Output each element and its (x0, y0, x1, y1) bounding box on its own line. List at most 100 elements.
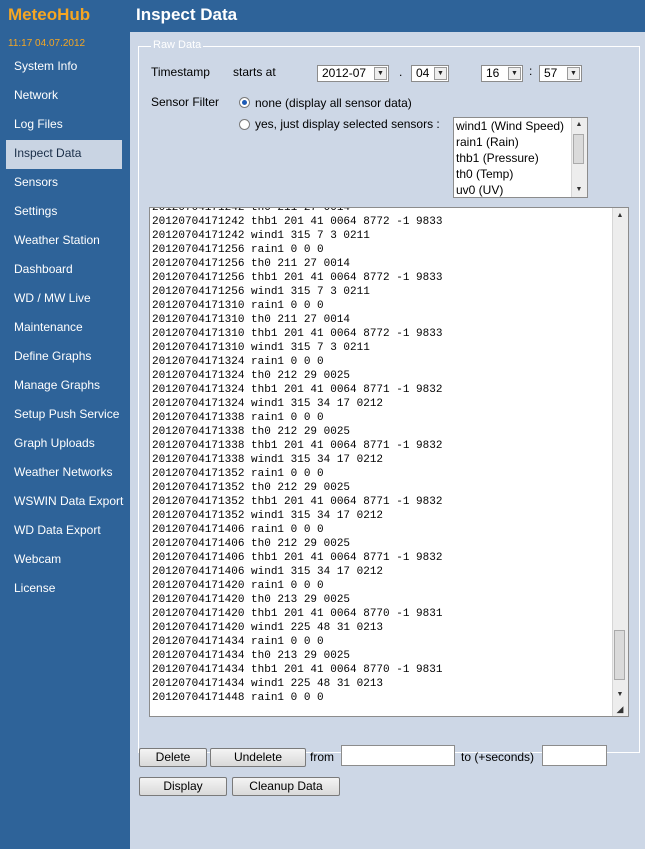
log-line: 20120704171310 thb1 201 41 0064 8772 -1 … (152, 328, 443, 340)
sidebar-item-license[interactable]: License (6, 575, 122, 604)
sidebar-item-inspect-data[interactable]: Inspect Data (6, 140, 122, 169)
to-seconds-input[interactable] (542, 745, 607, 766)
log-line: 20120704171310 wind1 315 7 3 0211 (152, 342, 370, 354)
sidebar-item-log-files[interactable]: Log Files (6, 111, 122, 140)
log-line: 20120704171242 thb1 201 41 0064 8772 -1 … (152, 216, 443, 228)
log-line: 20120704171406 rain1 0 0 0 (152, 524, 324, 536)
time-colon: : (529, 64, 533, 78)
log-line: 20120704171338 thb1 201 41 0064 8771 -1 … (152, 440, 443, 452)
date-select-value: 2012-07 (322, 66, 367, 80)
chevron-down-icon: ▼ (434, 67, 447, 80)
sensor-option[interactable]: wind1 (Wind Speed) (454, 118, 587, 134)
sidebar-item-setup-push-service[interactable]: Setup Push Service (6, 401, 122, 430)
log-line: 20120704171434 wind1 225 48 31 0213 (152, 678, 384, 690)
sensor-list-scrollbar[interactable]: ▲ ▼ (571, 118, 587, 197)
sidebar-item-system-info[interactable]: System Info (6, 53, 122, 82)
undelete-button[interactable]: Undelete (210, 748, 306, 767)
log-line: 20120704171434 rain1 0 0 0 (152, 636, 324, 648)
clock-readout: 11:17 04.07.2012 (8, 38, 86, 49)
minute-select[interactable]: 57 ▼ (539, 65, 582, 82)
log-line: 20120704171420 th0 213 29 0025 (152, 594, 351, 606)
log-line: 20120704171448 rain1 0 0 0 (152, 692, 324, 704)
log-line: 20120704171256 th0 211 27 0014 (152, 258, 351, 270)
sensor-options: wind1 (Wind Speed) rain1 (Rain) thb1 (Pres… (454, 118, 587, 197)
sidebar-item-network[interactable]: Network (6, 82, 122, 111)
scroll-thumb[interactable] (614, 630, 625, 680)
sidebar-nav: System Info Network Log Files Inspect Data S… (6, 53, 123, 604)
scroll-up-icon[interactable]: ▲ (613, 209, 627, 223)
sidebar-item-wd-data-export[interactable]: WD Data Export (6, 517, 122, 546)
date-dot: . (399, 65, 403, 79)
sidebar-item-weather-station[interactable]: Weather Station (6, 227, 122, 256)
log-line: 20120704171420 rain1 0 0 0 (152, 580, 324, 592)
display-button[interactable]: Display (139, 777, 227, 796)
sensor-filter-label: Sensor Filter (151, 95, 220, 109)
sidebar-item-dashboard[interactable]: Dashboard (6, 256, 122, 285)
chevron-down-icon: ▼ (508, 67, 521, 80)
sidebar-item-graph-uploads[interactable]: Graph Uploads (6, 430, 122, 459)
log-line: 20120704171324 rain1 0 0 0 (152, 356, 324, 368)
starts-at-label: starts at (233, 65, 276, 79)
log-line: 20120704171434 thb1 201 41 0064 8770 -1 … (152, 664, 443, 676)
log-line: 20120704171256 thb1 201 41 0064 8772 -1 … (152, 272, 443, 284)
sensor-option[interactable]: thb1 (Pressure) (454, 150, 587, 166)
sensor-option[interactable]: th0 (Temp) (454, 166, 587, 182)
minute-select-value: 57 (544, 66, 558, 80)
log-line: 20120704171242 wind1 315 7 3 0211 (152, 230, 370, 242)
sensor-option[interactable]: rain1 (Rain) (454, 134, 587, 150)
day-select[interactable]: 04 ▼ (411, 65, 449, 82)
sensor-listbox[interactable]: wind1 (Wind Speed) rain1 (Rain) thb1 (Pres… (453, 117, 588, 198)
log-line: 20120704171338 wind1 315 34 17 0212 (152, 454, 384, 466)
log-line: 20120704171406 th0 212 29 0025 (152, 538, 351, 550)
radio-yes-label: yes, just display selected sensors : (255, 117, 440, 131)
sidebar: MeteoHub 11:17 04.07.2012 System Info Net… (0, 0, 130, 849)
log-line: 20120704171338 th0 212 29 0025 (152, 426, 351, 438)
sensor-option[interactable]: uv0 (UV) (454, 182, 587, 197)
sidebar-item-sensors[interactable]: Sensors (6, 169, 122, 198)
from-input[interactable] (341, 745, 455, 766)
raw-data-scrollbar[interactable]: ▲ ▼ ◢ (612, 208, 628, 716)
sidebar-item-wswin-data-export[interactable]: WSWIN Data Export (6, 488, 123, 517)
chevron-down-icon: ▼ (374, 67, 387, 80)
log-line: 20120704171324 thb1 201 41 0064 8771 -1 … (152, 384, 443, 396)
to-label: to (+seconds) (461, 750, 535, 764)
log-line: 20120704171324 wind1 315 34 17 0212 (152, 398, 384, 410)
hour-select[interactable]: 16 ▼ (481, 65, 523, 82)
cleanup-data-button[interactable]: Cleanup Data (232, 777, 340, 796)
log-line: 20120704171352 thb1 201 41 0064 8771 -1 … (152, 496, 443, 508)
delete-button[interactable]: Delete (139, 748, 207, 767)
scroll-down-icon[interactable]: ▼ (572, 183, 586, 197)
sidebar-item-settings[interactable]: Settings (6, 198, 122, 227)
raw-data-legend: Raw Data (151, 39, 204, 51)
sidebar-item-manage-graphs[interactable]: Manage Graphs (6, 372, 122, 401)
scroll-up-icon[interactable]: ▲ (572, 118, 586, 132)
sidebar-item-maintenance[interactable]: Maintenance (6, 314, 122, 343)
log-line: 20120704171434 th0 213 29 0025 (152, 650, 351, 662)
raw-data-textarea[interactable]: 20120704171242 th0 211 27 0014 2012070417… (149, 207, 629, 717)
sidebar-item-webcam[interactable]: Webcam (6, 546, 122, 575)
raw-data-lines: 20120704171242 th0 211 27 0014 2012070417… (152, 207, 443, 705)
log-line: 20120704171420 wind1 225 48 31 0213 (152, 622, 384, 634)
main-content: Raw Data Timestamp starts at 2012-07 ▼ .… (130, 32, 645, 849)
scroll-down-icon[interactable]: ▼ (613, 688, 627, 702)
page-title: Inspect Data (136, 5, 238, 24)
log-line: 20120704171310 rain1 0 0 0 (152, 300, 324, 312)
sidebar-item-define-graphs[interactable]: Define Graphs (6, 343, 122, 372)
scroll-thumb[interactable] (573, 134, 584, 164)
sidebar-item-wd-mw-live[interactable]: WD / MW Live (6, 285, 122, 314)
log-line: 20120704171352 th0 212 29 0025 (152, 482, 351, 494)
log-line: 20120704171352 wind1 315 34 17 0212 (152, 510, 384, 522)
from-label: from (310, 750, 334, 764)
hour-select-value: 16 (486, 66, 500, 80)
radio-none-label: none (display all sensor data) (255, 96, 412, 110)
resize-grip-icon[interactable]: ◢ (613, 702, 627, 716)
chevron-down-icon: ▼ (567, 67, 580, 80)
sidebar-item-weather-networks[interactable]: Weather Networks (6, 459, 122, 488)
radio-selected-sensors[interactable] (239, 119, 250, 130)
radio-none[interactable] (239, 97, 250, 108)
date-select[interactable]: 2012-07 ▼ (317, 65, 389, 82)
log-line: 20120704171256 rain1 0 0 0 (152, 244, 324, 256)
log-line: 20120704171242 th0 211 27 0014 (152, 207, 351, 214)
log-line: 20120704171256 wind1 315 7 3 0211 (152, 286, 370, 298)
log-line: 20120704171338 rain1 0 0 0 (152, 412, 324, 424)
